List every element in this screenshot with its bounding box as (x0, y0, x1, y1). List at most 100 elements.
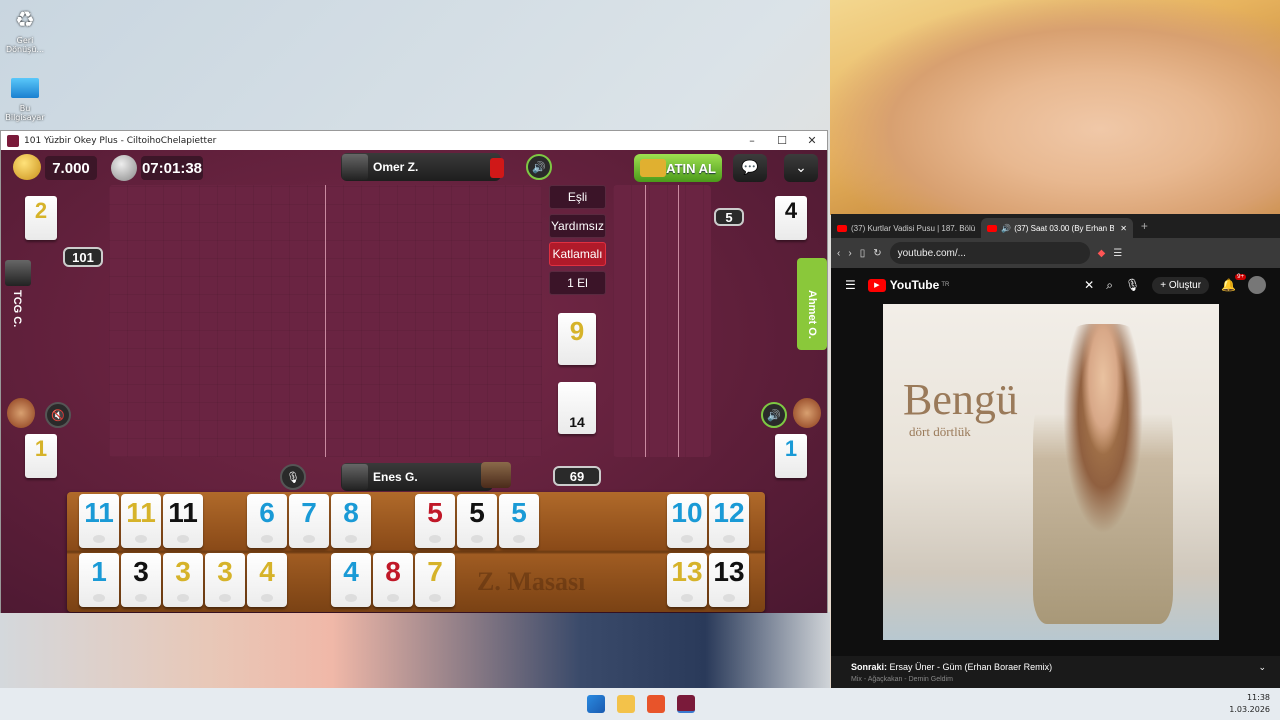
player-top-timer-indicator (490, 158, 504, 178)
okey-app-icon[interactable] (677, 695, 695, 713)
rack-tile[interactable]: 11 (121, 494, 161, 548)
close-tab-icon[interactable]: ✕ (1120, 224, 1127, 233)
region-label: TR (941, 282, 950, 288)
side-tile-top-right[interactable]: 4 (775, 196, 807, 240)
create-button[interactable]: + Oluştur (1152, 276, 1210, 294)
window-title: 101 Yüzbir Okey Plus - CiltoihoChelapiet… (24, 135, 217, 146)
deck-tile[interactable]: 14 (558, 382, 596, 434)
recycle-bin-desktop-icon[interactable]: ♻ Geri Dönüşü... (0, 6, 50, 55)
player-left-avatar (5, 260, 31, 286)
mute-icon[interactable]: 🔇 (45, 402, 71, 428)
mode-1-el[interactable]: 1 El (549, 271, 606, 295)
rack-tile[interactable]: 4 (331, 553, 371, 607)
rack-tile[interactable]: 5 (457, 494, 497, 548)
microphone-icon[interactable]: 🎙 (1125, 278, 1140, 292)
rack-tile[interactable]: 8 (373, 553, 413, 607)
extensions-icon[interactable]: ☰ (1113, 248, 1122, 259)
window-titlebar: 101 Yüzbir Okey Plus - CiltoihoChelapiet… (1, 131, 827, 150)
rack-tile[interactable]: 5 (499, 494, 539, 548)
rack-tile[interactable]: 3 (163, 553, 203, 607)
indicator-tile: 9 (558, 313, 596, 365)
side-tile-bottom-left[interactable]: 1 (25, 434, 57, 478)
youtube-header: ☰ ▶ YouTube TR ✕ ⌕ 🎙 + Oluştur 🔔 9+ (831, 268, 1280, 302)
youtube-logo-icon[interactable]: ▶ (867, 278, 886, 292)
rack-tile[interactable]: 13 (667, 553, 707, 607)
coin-icon (13, 154, 41, 180)
rack-tile[interactable]: 8 (331, 494, 371, 548)
rack-tile[interactable]: 7 (415, 553, 455, 607)
chat-button[interactable]: 💬 (733, 154, 767, 182)
coin-balance: 7.000 (45, 156, 97, 180)
side-tile-top-left[interactable]: 2 (25, 196, 57, 240)
up-next-sub: Mix - Ağaçkakan - Demin Geldim (851, 676, 953, 683)
recycle-bin-icon: ♻ (15, 7, 35, 33)
new-tab-icon[interactable]: + (1141, 219, 1148, 233)
menu-dropdown-button[interactable]: ⌄ (784, 154, 818, 182)
rack-tile[interactable]: 10 (667, 494, 707, 548)
maximize-icon[interactable]: ☐ (767, 134, 797, 147)
speaker-icon[interactable]: 🔊 (526, 154, 552, 180)
up-next-label: Sonraki: (851, 662, 888, 672)
rack-tile[interactable]: 3 (205, 553, 245, 607)
tab-saat-0300[interactable]: 🔊 (37) Saat 03.00 (By Erhan B ✕ (981, 218, 1133, 238)
game-window: 101 Yüzbir Okey Plus - CiltoihoChelapiet… (0, 130, 828, 613)
start-icon[interactable] (587, 695, 605, 713)
right-discard-board (613, 185, 711, 457)
system-clock[interactable]: 11:38 1.03.2026 (1229, 692, 1270, 716)
youtube-icon (987, 224, 998, 232)
rack-tile[interactable]: 4 (247, 553, 287, 607)
score-badge: 101 (63, 247, 103, 267)
rack-tile[interactable]: 1 (79, 553, 119, 607)
up-next-title: Ersay Üner - Güm (Erhan Boraer Remix) (889, 662, 1053, 672)
close-icon[interactable]: ✕ (797, 134, 827, 147)
tab-kurtlar-vadisi[interactable]: (37) Kurtlar Vadisi Pusu | 187. Bölü (831, 218, 981, 238)
album-subtitle: dört dörtlük (909, 424, 971, 439)
rack-tile[interactable]: 11 (163, 494, 203, 548)
mode-esli[interactable]: Eşli (549, 185, 606, 209)
wallpaper-image-bottom (0, 612, 830, 688)
rack-tile[interactable]: 5 (415, 494, 455, 548)
player-right-character (793, 398, 821, 428)
rack-tile[interactable]: 7 (289, 494, 329, 548)
taskbar: 11:38 1.03.2026 (0, 688, 1280, 720)
audio-icon: 🔊 (1001, 223, 1012, 233)
hamburger-menu-icon[interactable]: ☰ (845, 278, 856, 292)
url-input[interactable]: youtube.com/... (889, 242, 1090, 264)
back-icon[interactable]: ‹ (837, 248, 840, 259)
brave-shield-icon[interactable]: ◆ (1098, 248, 1106, 259)
cannon-icon (481, 462, 511, 488)
notifications-icon[interactable]: 🔔 9+ (1221, 274, 1246, 292)
bookmark-icon[interactable]: ▯ (860, 248, 866, 259)
address-bar: ‹ › ▯ ↻ youtube.com/... ◆ ☰ (831, 238, 1280, 268)
minimize-icon[interactable]: – (737, 134, 767, 147)
right-count-badge: 5 (714, 208, 744, 226)
mic-muted-icon[interactable]: 🎙 (280, 464, 306, 490)
side-tile-bottom-right[interactable]: 1 (775, 434, 807, 478)
this-pc-desktop-icon[interactable]: Bu Bilgisayar (0, 74, 50, 122)
rack-tile[interactable]: 12 (709, 494, 749, 548)
game-table: 7.000 07:01:38 Omer Z. 🔊 SATIN AL 💬 ⌄ Eş… (1, 150, 827, 613)
chat-icon: 💬 (741, 160, 759, 176)
forward-icon[interactable]: › (848, 248, 851, 259)
up-next-bar[interactable]: Sonraki: Ersay Üner - Güm (Erhan Boraer … (831, 656, 1280, 688)
chevron-down-icon[interactable]: ⌄ (1258, 662, 1266, 673)
video-player[interactable]: Bengü dört dörtlük (883, 304, 1219, 640)
search-icon[interactable]: ⌕ (1106, 278, 1113, 293)
rack-watermark: Z. Masası (477, 567, 586, 596)
rack-tile[interactable]: 11 (79, 494, 119, 548)
youtube-icon (837, 224, 847, 232)
speaker-right-icon[interactable]: 🔊 (761, 402, 787, 428)
mode-katlamali[interactable]: Katlamalı (549, 242, 606, 266)
rack-tile[interactable]: 6 (247, 494, 287, 548)
mode-yardimsiz[interactable]: Yardımsız (549, 214, 606, 238)
rack-tile[interactable]: 3 (121, 553, 161, 607)
avatar[interactable] (1248, 276, 1266, 294)
chevron-down-icon: ⌄ (795, 160, 807, 176)
remaining-tiles-badge: 69 (553, 466, 601, 486)
close-search-icon[interactable]: ✕ (1084, 278, 1094, 292)
reload-icon[interactable]: ↻ (873, 248, 881, 259)
buy-button[interactable]: SATIN AL (634, 154, 722, 182)
brave-browser-icon[interactable] (647, 695, 665, 713)
file-explorer-icon[interactable] (617, 695, 635, 713)
rack-tile[interactable]: 13 (709, 553, 749, 607)
